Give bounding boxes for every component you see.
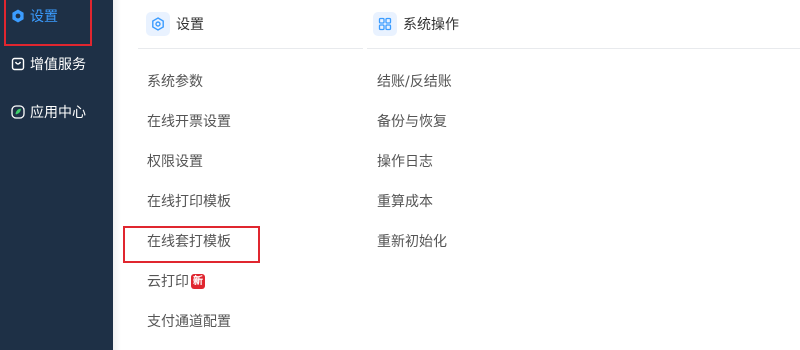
operations-column-title: 系统操作: [403, 17, 459, 33]
sidebar-item-settings[interactable]: 设置: [0, 0, 113, 36]
menu-link-recalculate-cost[interactable]: 重算成本: [377, 190, 433, 212]
settings-column-title: 设置: [176, 17, 204, 33]
menu-link-payment-channel-config[interactable]: 支付通道配置: [147, 310, 231, 332]
sidebar-item-label: 增值服务: [30, 57, 86, 73]
grid-four-icon: [373, 12, 397, 36]
operations-column-header: 系统操作: [367, 0, 800, 49]
settings-column-header: 设置: [138, 0, 363, 49]
settings-hex-icon: [11, 9, 25, 23]
shopping-bag-icon: [11, 57, 25, 71]
menu-link-online-print-template[interactable]: 在线打印模板: [147, 190, 231, 212]
sidebar-item-value-added-services[interactable]: 增值服务: [0, 44, 113, 84]
app-leaf-icon: [11, 105, 25, 119]
sidebar-item-label: 应用中心: [30, 105, 86, 121]
menu-link-online-overlay-print-template[interactable]: 在线套打模板: [147, 230, 231, 252]
menu-link-permission-settings[interactable]: 权限设置: [147, 150, 203, 172]
sidebar-item-app-center[interactable]: 应用中心: [0, 92, 113, 132]
menu-link-reinitialize[interactable]: 重新初始化: [377, 230, 447, 252]
menu-link-close-reopen-accounts[interactable]: 结账/反结账: [377, 70, 452, 92]
new-badge: 新: [191, 273, 205, 289]
menu-link-backup-restore[interactable]: 备份与恢复: [377, 110, 447, 132]
sidebar-item-label: 设置: [30, 9, 58, 25]
sidebar: 设置 增值服务 应用中心: [0, 0, 113, 350]
menu-link-system-parameters[interactable]: 系统参数: [147, 70, 203, 92]
menu-link-cloud-print[interactable]: 云打印 新: [147, 270, 205, 292]
menu-link-operation-log[interactable]: 操作日志: [377, 150, 433, 172]
menu-link-online-invoice-settings[interactable]: 在线开票设置: [147, 110, 231, 132]
menu-link-label: 云打印: [147, 274, 189, 290]
settings-hex-icon: [146, 12, 170, 36]
sidebar-shadow: [113, 0, 121, 350]
